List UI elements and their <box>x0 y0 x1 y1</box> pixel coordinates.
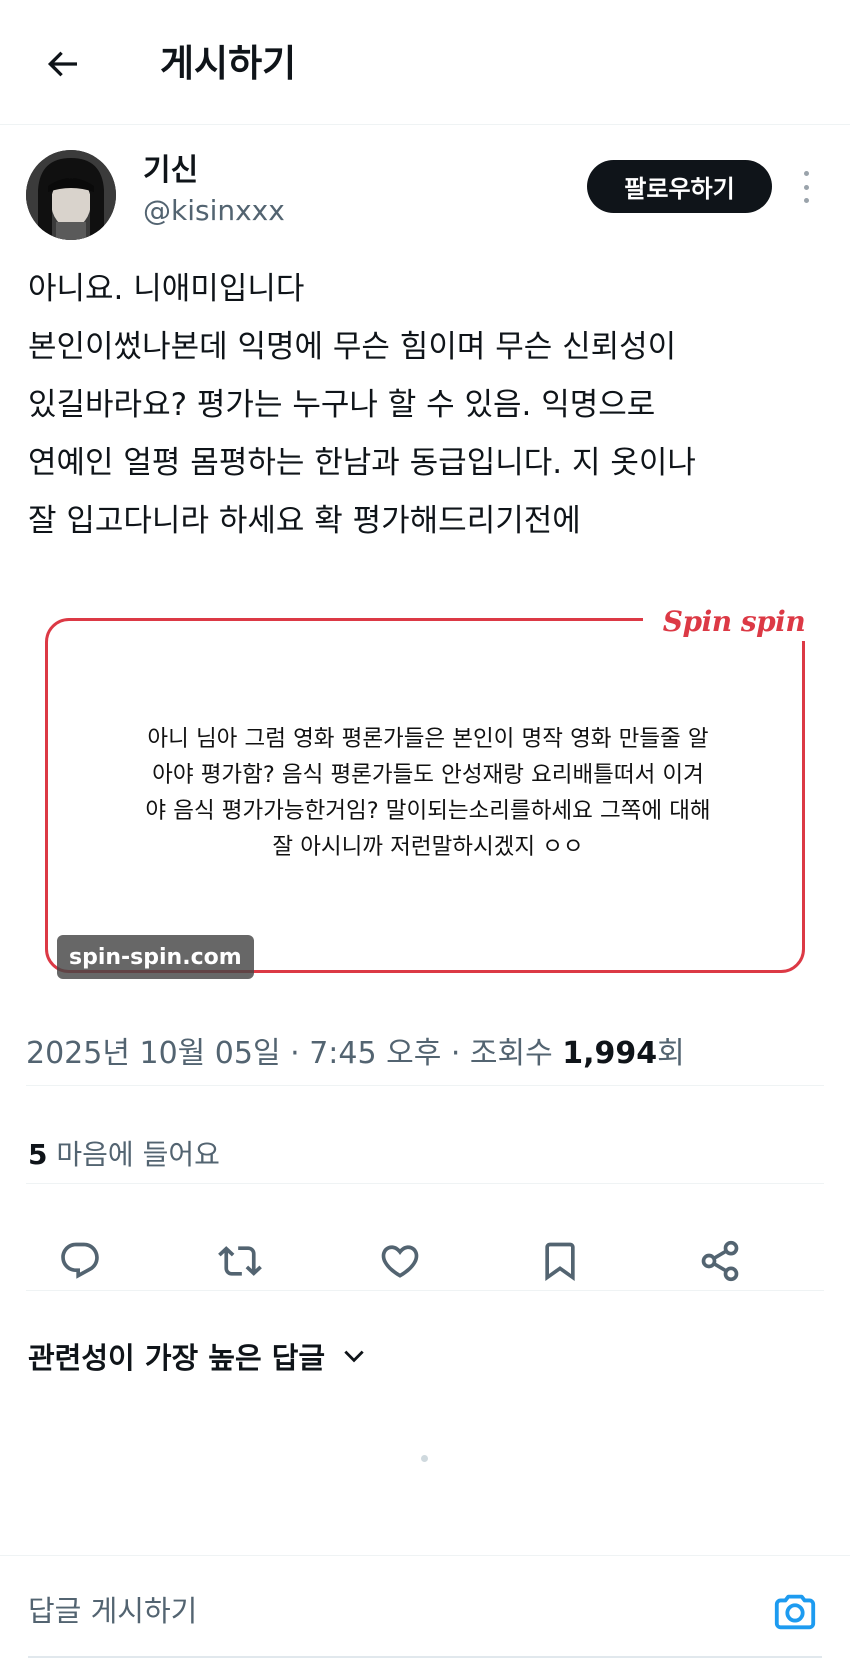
likes-count: 5 <box>28 1138 48 1171</box>
share-icon[interactable] <box>694 1235 746 1287</box>
reply-input[interactable]: 답글 게시하기 <box>28 1591 197 1631</box>
quoted-text: 아니 님아 그럼 영화 평론가들은 본인이 명작 영화 만들줄 알 아야 평가함… <box>145 726 711 860</box>
heart-icon[interactable] <box>374 1235 426 1287</box>
avatar[interactable] <box>26 150 116 240</box>
author-handle[interactable]: @kisinxxx <box>143 193 285 229</box>
retweet-icon[interactable] <box>214 1235 266 1287</box>
camera-icon[interactable] <box>770 1586 820 1636</box>
action-bar <box>0 1225 850 1295</box>
back-arrow-icon[interactable] <box>38 40 86 88</box>
author-display-name[interactable]: 기신 <box>143 152 198 190</box>
divider <box>26 1290 824 1291</box>
reply-composer: 답글 게시하기 <box>0 1555 850 1669</box>
more-options-icon[interactable] <box>795 168 817 206</box>
watermark: spin-spin.com <box>57 935 254 979</box>
likes-label: 마음에 들어요 <box>56 1138 220 1171</box>
likes-link[interactable]: 5 마음에 들어요 <box>28 1135 220 1175</box>
views-unit: 회 <box>657 1036 685 1071</box>
post-date: 2025년 10월 05일 <box>26 1036 281 1071</box>
quoted-image-card[interactable]: Spin spin 아니 님아 그럼 영화 평론가들은 본인이 명작 영화 만들… <box>45 601 825 979</box>
top-bar: 게시하기 <box>0 0 850 125</box>
loading-indicator <box>421 1455 428 1462</box>
replies-sort-label: 관련성이 가장 높은 답글 <box>28 1341 326 1375</box>
views-count: 1,994 <box>562 1036 658 1071</box>
reply-icon[interactable] <box>54 1235 106 1287</box>
chevron-down-icon <box>341 1343 367 1373</box>
post-text: 아니요. 니애미입니다 본인이썼나본데 익명에 무슨 힘이며 무슨 신뢰성이 있… <box>28 271 696 539</box>
divider <box>26 1085 824 1086</box>
replies-sort-dropdown[interactable]: 관련성이 가장 높은 답글 <box>28 1338 367 1378</box>
post-time: 7:45 오후 <box>309 1036 442 1071</box>
divider <box>26 1183 824 1184</box>
brand-logo-area: Spin spin <box>643 601 825 641</box>
views-label: 조회수 <box>469 1036 553 1071</box>
reply-input-underline <box>28 1656 822 1658</box>
bookmark-icon[interactable] <box>534 1235 586 1287</box>
page-title: 게시하기 <box>160 42 297 85</box>
post-meta: 2025년 10월 05일 · 7:45 오후 · 조회수 1,994회 <box>26 1036 685 1071</box>
brand-logo: Spin spin <box>662 604 806 638</box>
follow-button[interactable]: 팔로우하기 <box>587 160 772 213</box>
